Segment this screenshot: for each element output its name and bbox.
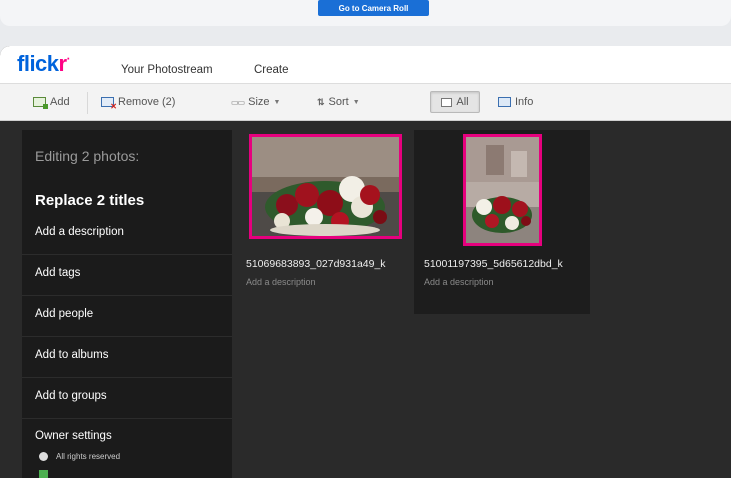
info-toggle[interactable]: Info xyxy=(498,96,533,108)
all-label: All xyxy=(456,96,469,108)
photo-tile[interactable]: 51001197395_5d65612dbd_k Add a descripti… xyxy=(414,130,590,314)
bouquet-photo-image xyxy=(252,137,399,236)
remove-label: Remove (2) xyxy=(118,96,176,108)
photo-thumbnail[interactable] xyxy=(249,134,402,239)
photo-title[interactable]: 51069683893_027d931a49_k xyxy=(246,258,386,270)
checkbox-icon[interactable] xyxy=(39,470,48,478)
add-tags-field[interactable]: Add tags xyxy=(22,255,232,296)
owner-settings-heading[interactable]: Owner settings xyxy=(35,430,112,442)
logo-dot-icon: · xyxy=(66,51,71,66)
add-people-label: Add people xyxy=(35,308,94,320)
size-icon: ▭▭ xyxy=(231,97,245,107)
flickr-organizer-window: flickr· Your Photostream Create Add Remo… xyxy=(0,46,731,478)
photo-thumbnail[interactable] xyxy=(463,134,542,246)
sort-dropdown[interactable]: ⇅ Sort ▼ xyxy=(317,96,360,108)
add-photo-icon xyxy=(33,97,48,109)
rights-option[interactable]: All rights reserved xyxy=(39,452,120,461)
add-to-albums-label: Add to albums xyxy=(35,349,109,361)
logo-pink-text: r xyxy=(58,51,68,76)
rights-label: All rights reserved xyxy=(56,452,121,461)
sort-label: Sort xyxy=(328,96,349,108)
add-to-groups-label: Add to groups xyxy=(35,390,107,402)
size-label: Size xyxy=(248,96,270,108)
remove-photo-icon xyxy=(101,97,117,111)
replace-titles-field[interactable]: Replace 2 titles xyxy=(35,192,144,209)
chevron-down-icon: ▼ xyxy=(352,98,360,106)
logo-blue-text: flick xyxy=(17,51,59,76)
info-label: Info xyxy=(515,96,534,108)
add-description-field[interactable]: Add a description xyxy=(22,214,232,255)
toolbar-divider xyxy=(87,92,88,114)
add-tags-label: Add tags xyxy=(35,267,81,279)
info-view-icon xyxy=(498,97,511,107)
edit-sidebar: Editing 2 photos: Replace 2 titles Add a… xyxy=(22,130,232,478)
flickr-header: flickr· Your Photostream Create xyxy=(0,46,731,83)
size-dropdown[interactable]: ▭▭ Size ▼ xyxy=(231,96,280,108)
all-view-icon xyxy=(441,97,453,107)
add-to-albums-field[interactable]: Add to albums xyxy=(22,337,232,378)
add-button[interactable]: Add xyxy=(33,96,70,109)
add-label: Add xyxy=(50,96,70,108)
flickr-logo[interactable]: flickr· xyxy=(17,51,71,77)
radio-icon xyxy=(39,452,48,461)
camera-roll-banner: Go to Camera Roll xyxy=(0,0,731,26)
organizer-toolbar: Add Remove (2) ▭▭ Size ▼ ⇅ Sort ▼ All In… xyxy=(0,83,731,121)
remove-button[interactable]: Remove (2) xyxy=(101,96,176,111)
photo-tile[interactable]: 51069683893_027d931a49_k Add a descripti… xyxy=(240,130,410,314)
photo-description[interactable]: Add a description xyxy=(246,277,316,287)
add-people-field[interactable]: Add people xyxy=(22,296,232,337)
view-all-toggle[interactable]: All xyxy=(430,91,480,113)
nav-your-photostream[interactable]: Your Photostream xyxy=(121,64,213,76)
go-to-camera-roll-button[interactable]: Go to Camera Roll xyxy=(318,0,429,16)
nav-create[interactable]: Create xyxy=(254,64,289,76)
add-to-groups-field[interactable]: Add to groups xyxy=(22,378,232,419)
sidebar-title: Editing 2 photos: xyxy=(35,148,140,164)
photo-title[interactable]: 51001197395_5d65612dbd_k xyxy=(424,258,563,270)
chevron-down-icon: ▼ xyxy=(273,98,281,106)
bouquet-photo-image xyxy=(466,137,539,243)
sort-icon: ⇅ xyxy=(317,96,325,107)
add-description-label: Add a description xyxy=(35,226,124,238)
photo-description[interactable]: Add a description xyxy=(424,277,494,287)
